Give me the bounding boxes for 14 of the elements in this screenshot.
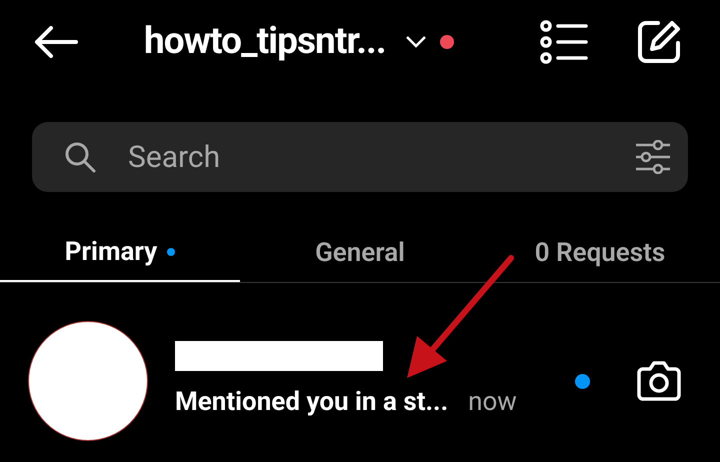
message-preview: Mentioned you in a st... <box>175 386 448 418</box>
back-icon[interactable] <box>34 26 78 58</box>
tab[interactable]: General <box>315 234 405 272</box>
compose-icon[interactable] <box>636 19 682 65</box>
filter-icon[interactable] <box>634 140 670 174</box>
list-icon[interactable] <box>540 20 588 64</box>
search-field[interactable]: Search <box>32 122 688 192</box>
tab[interactable]: Primary <box>64 232 158 272</box>
account-title[interactable]: howto_tipsntr... <box>144 14 386 70</box>
message-time: now <box>468 386 517 418</box>
search-icon <box>64 141 96 173</box>
camera-icon[interactable] <box>636 361 682 401</box>
chevron-down-icon[interactable] <box>406 36 426 48</box>
tab[interactable]: 0 Requests <box>534 234 666 272</box>
